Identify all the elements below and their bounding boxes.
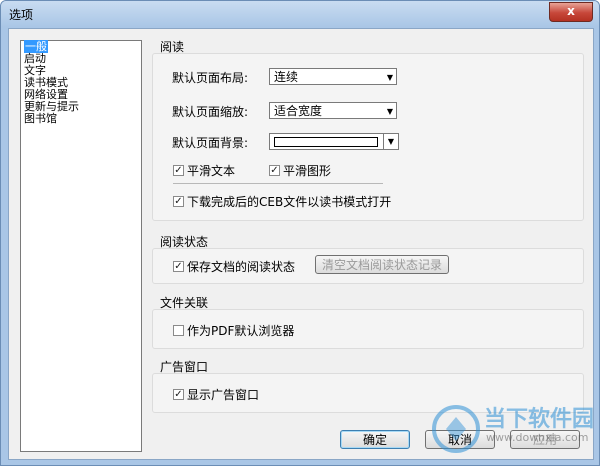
checkbox-check-icon[interactable]: ✓ — [173, 261, 184, 272]
zoom-select-value: 适合宽度 — [274, 104, 323, 118]
show-ad-window-label: 显示广告窗口 — [187, 388, 260, 402]
checkbox-check-icon[interactable]: ✓ — [269, 165, 280, 176]
window-title: 选项 — [9, 8, 34, 22]
ad-window-group-box: ✓ 显示广告窗口 — [152, 373, 584, 413]
background-color-picker[interactable]: ▼ — [269, 133, 399, 150]
ceb-reading-mode-checkbox[interactable]: ✓ 下载完成后的CEB文件以读书模式打开 — [173, 193, 391, 210]
options-window: 选项 x 一般 启动 文字 读书模式 网络设置 更新与提示 图书馆 阅读 默认页… — [0, 0, 600, 466]
cancel-button[interactable]: 取消 — [425, 430, 495, 449]
save-reading-state-checkbox[interactable]: ✓ 保存文档的阅读状态 — [173, 258, 295, 275]
save-reading-state-label: 保存文档的阅读状态 — [187, 260, 296, 274]
checkbox-check-icon[interactable]: ✓ — [173, 165, 184, 176]
zoom-select[interactable]: 适合宽度 ▼ — [269, 102, 397, 119]
checkbox-check-icon[interactable]: ✓ — [173, 196, 184, 207]
category-list[interactable]: 一般 启动 文字 读书模式 网络设置 更新与提示 图书馆 — [20, 40, 142, 452]
ceb-reading-mode-label: 下载完成后的CEB文件以读书模式打开 — [187, 195, 392, 209]
apply-button[interactable]: 应用 — [510, 430, 580, 449]
default-pdf-viewer-label: 作为PDF默认浏览器 — [187, 324, 295, 338]
reading-state-group-box: ✓ 保存文档的阅读状态 清空文档阅读状态记录 — [152, 248, 584, 284]
ad-window-group: 广告窗口 ✓ 显示广告窗口 — [152, 355, 584, 415]
reading-group: 阅读 默认页面布局: 连续 ▼ 默认页面缩放: 适合宽度 ▼ 默认页面背景: ▼ — [152, 35, 584, 221]
smooth-text-label: 平滑文本 — [187, 164, 236, 178]
chevron-down-icon: ▼ — [386, 73, 393, 82]
default-pdf-viewer-checkbox[interactable]: 作为PDF默认浏览器 — [173, 322, 294, 339]
smooth-image-label: 平滑图形 — [283, 164, 332, 178]
smooth-text-checkbox[interactable]: ✓ 平滑文本 — [173, 162, 235, 179]
file-association-group: 文件关联 作为PDF默认浏览器 — [152, 291, 584, 353]
dialog-client-area: 一般 启动 文字 读书模式 网络设置 更新与提示 图书馆 阅读 默认页面布局: … — [8, 28, 594, 460]
smooth-image-checkbox[interactable]: ✓ 平滑图形 — [269, 162, 331, 179]
background-label: 默认页面背景: — [172, 136, 249, 150]
layout-select[interactable]: 连续 ▼ — [269, 68, 397, 85]
title-bar[interactable]: 选项 x — [1, 1, 599, 27]
checkbox-check-icon[interactable]: ✓ — [173, 389, 184, 400]
reading-state-group: 阅读状态 ✓ 保存文档的阅读状态 清空文档阅读状态记录 — [152, 230, 584, 292]
ok-button[interactable]: 确定 — [340, 430, 410, 449]
zoom-label: 默认页面缩放: — [172, 105, 249, 119]
color-swatch — [274, 137, 378, 147]
chevron-down-icon: ▼ — [386, 107, 393, 116]
show-ad-window-checkbox[interactable]: ✓ 显示广告窗口 — [173, 386, 259, 403]
file-association-group-box: 作为PDF默认浏览器 — [152, 309, 584, 349]
close-button[interactable]: x — [549, 2, 593, 22]
checkbox-empty-icon[interactable] — [173, 325, 184, 336]
reading-group-box: 默认页面布局: 连续 ▼ 默认页面缩放: 适合宽度 ▼ 默认页面背景: ▼ ✓ — [152, 53, 584, 221]
layout-select-value: 连续 — [274, 70, 299, 84]
clear-reading-state-button[interactable]: 清空文档阅读状态记录 — [315, 255, 449, 274]
category-item-library[interactable]: 图书馆 — [21, 113, 141, 125]
layout-label: 默认页面布局: — [172, 71, 249, 85]
chevron-down-icon[interactable]: ▼ — [383, 134, 398, 149]
close-icon: x — [567, 4, 575, 18]
divider — [173, 183, 383, 184]
